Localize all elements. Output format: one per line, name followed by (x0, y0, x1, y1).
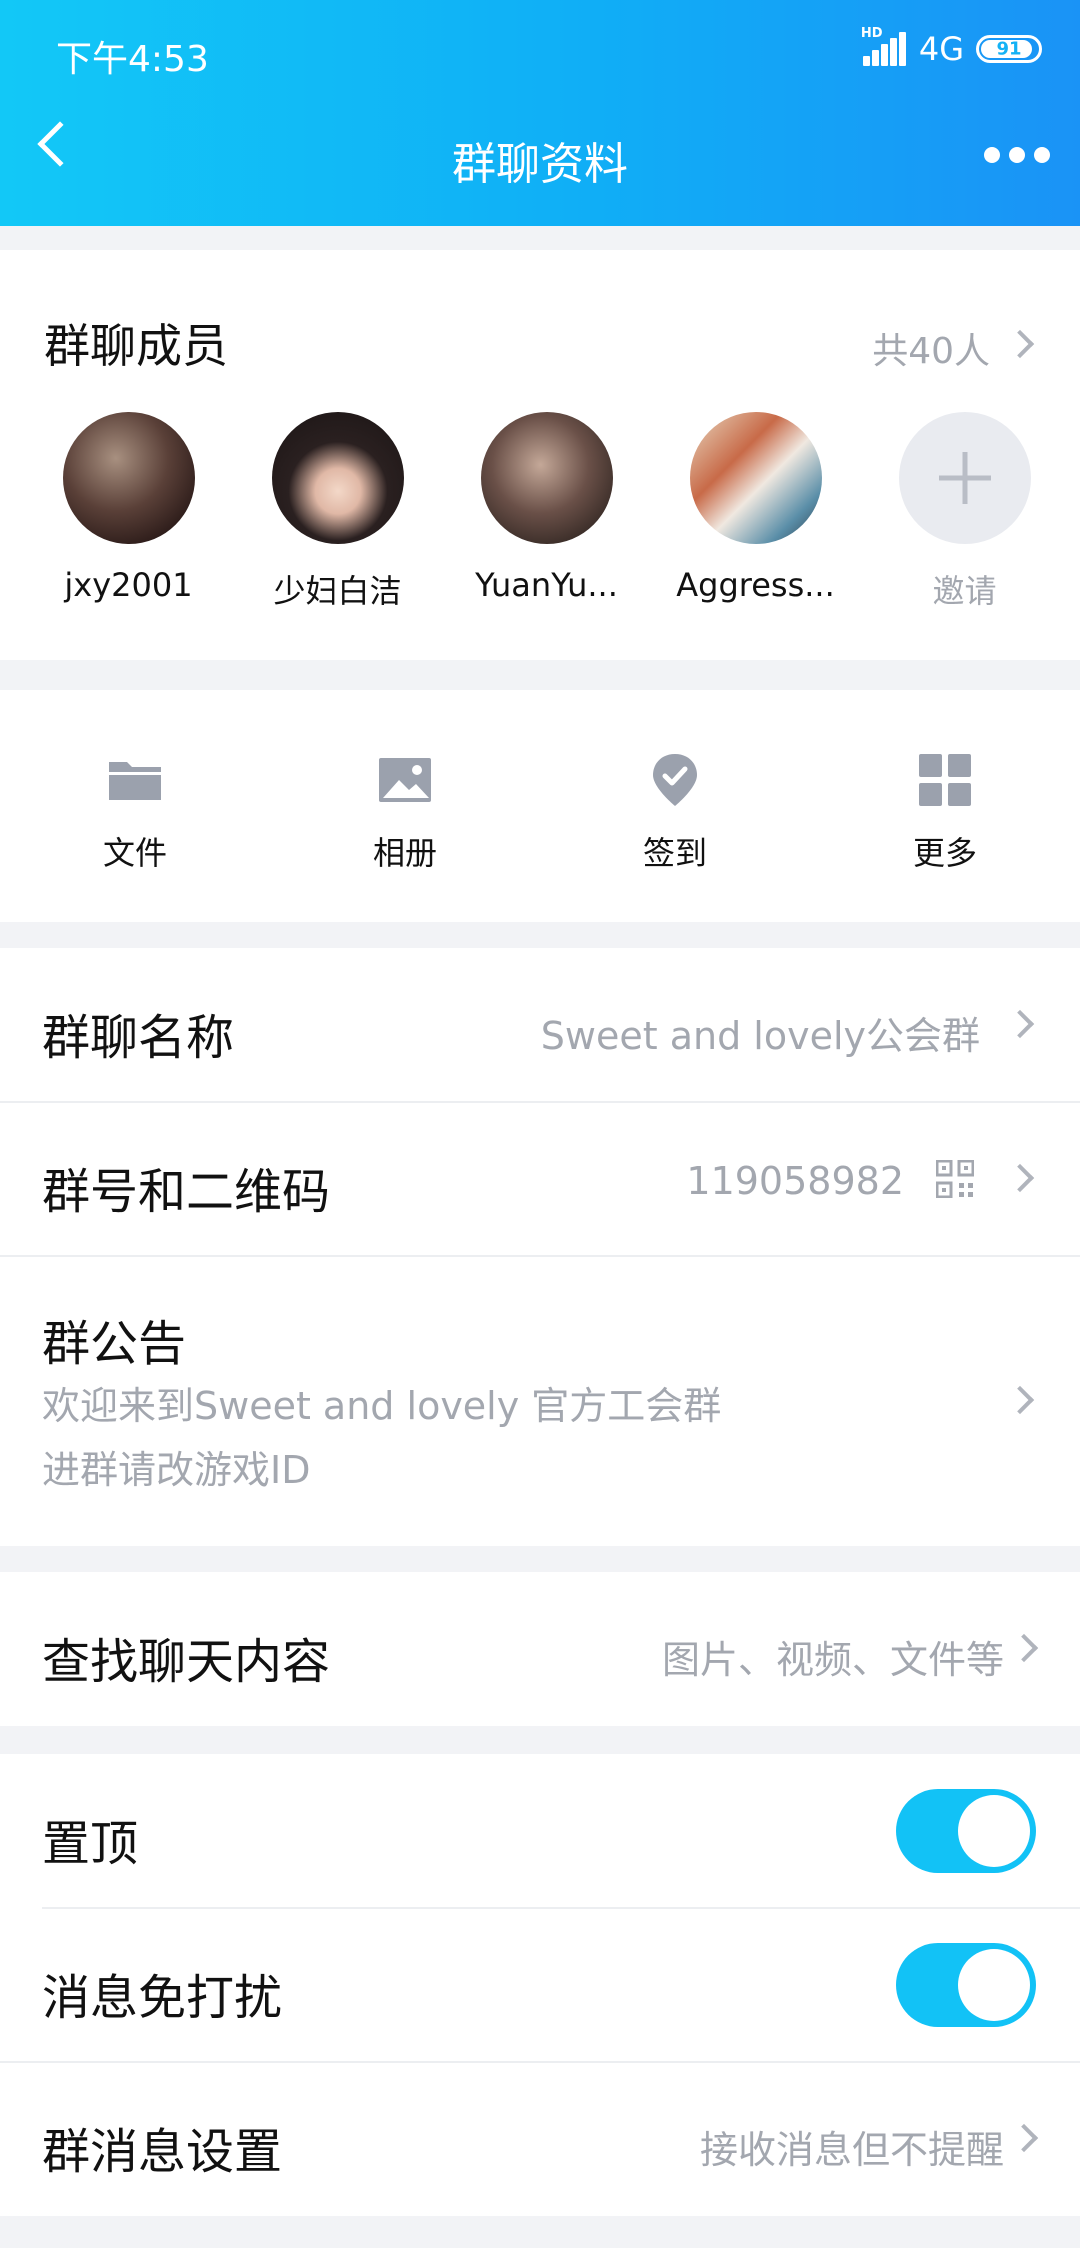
chevron-right-icon (1005, 1009, 1035, 1039)
more-options-icon[interactable] (984, 147, 1050, 163)
member-name: YuanYu... (475, 566, 618, 604)
signal-icon: HD (861, 26, 907, 66)
avatar[interactable] (689, 412, 822, 544)
member-item[interactable]: 少妇白洁 (233, 412, 442, 612)
invite-button[interactable]: 邀请 (860, 412, 1069, 612)
member-name: 少妇白洁 (273, 572, 402, 610)
chevron-right-icon (1009, 1633, 1039, 1663)
status-icons: HD 4G 91 (861, 26, 1042, 68)
hd-indicator: HD (860, 26, 883, 41)
settings-card: 置顶 消息免打扰 群消息设置 接收消息但不提醒 (0, 1754, 1080, 2216)
chevron-right-icon (1005, 1163, 1035, 1193)
member-list: jxy2001 少妇白洁 YuanYu... Aggress... 邀请 (24, 412, 1069, 612)
member-count[interactable]: 共40人 (872, 322, 990, 374)
search-chat-value: 图片、视频、文件等 (661, 1638, 1004, 1682)
search-chat-row[interactable]: 查找聊天内容 图片、视频、文件等 (0, 1572, 1080, 1726)
group-number-label: 群号和二维码 (42, 1164, 331, 1220)
tool-label: 签到 (642, 834, 707, 872)
announcement-line-1: 欢迎来到Sweet and lovely 官方工会群 (42, 1384, 722, 1428)
chevron-right-icon (1005, 1385, 1035, 1415)
pin-top-toggle[interactable] (896, 1789, 1036, 1873)
group-number-row[interactable]: 群号和二维码 119058982 (0, 1102, 1080, 1256)
page-title: 群聊资料 (452, 139, 628, 190)
tools-card: 文件 相册 签到 更多 (0, 690, 1080, 922)
location-pin-icon (653, 754, 697, 806)
chevron-right-icon[interactable] (1005, 329, 1035, 359)
members-title: 群聊成员 (44, 319, 228, 373)
avatar[interactable] (62, 412, 195, 544)
pin-top-row: 置顶 (0, 1754, 1080, 1908)
message-settings-value: 接收消息但不提醒 (699, 2128, 1004, 2172)
group-name-row[interactable]: 群聊名称 Sweet and lovely公会群 (0, 948, 1080, 1102)
member-item[interactable]: YuanYu... (442, 412, 651, 612)
header-bar: 下午4:53 HD 4G 91 群聊资料 (0, 0, 1080, 226)
members-card: 群聊成员 共40人 jxy2001 少妇白洁 YuanYu... Aggress… (0, 250, 1080, 660)
tool-label: 相册 (372, 834, 437, 872)
search-chat-card: 查找聊天内容 图片、视频、文件等 (0, 1572, 1080, 1726)
battery-icon: 91 (976, 35, 1042, 63)
announcement-line-2: 进群请改游戏ID (42, 1448, 311, 1492)
group-name-label: 群聊名称 (42, 1010, 235, 1066)
folder-icon (109, 762, 161, 800)
invite-label: 邀请 (932, 572, 997, 610)
tool-label: 文件 (102, 834, 167, 872)
chevron-right-icon (1009, 2123, 1039, 2153)
tool-label: 更多 (912, 834, 977, 872)
do-not-disturb-label: 消息免打扰 (42, 1970, 283, 2026)
member-name: jxy2001 (64, 566, 193, 604)
avatar[interactable] (271, 412, 404, 544)
do-not-disturb-row: 消息免打扰 (0, 1908, 1080, 2062)
qr-code-icon (936, 1160, 974, 1198)
tool-album[interactable]: 相册 (270, 690, 540, 922)
pin-top-label: 置顶 (42, 1816, 139, 1872)
battery-level: 91 (996, 38, 1022, 60)
tool-files[interactable]: 文件 (0, 690, 270, 922)
announcement-row[interactable]: 群公告 欢迎来到Sweet and lovely 官方工会群 进群请改游戏ID (0, 1256, 1080, 1546)
network-type: 4G (918, 30, 964, 68)
do-not-disturb-toggle[interactable] (896, 1943, 1036, 2027)
image-icon (379, 758, 431, 802)
message-settings-label: 群消息设置 (42, 2124, 283, 2180)
group-name-value: Sweet and lovely公会群 (540, 1014, 980, 1058)
add-icon[interactable] (898, 412, 1031, 544)
member-item[interactable]: jxy2001 (24, 412, 233, 612)
tool-more[interactable]: 更多 (810, 690, 1080, 922)
group-info-card: 群聊名称 Sweet and lovely公会群 群号和二维码 11905898… (0, 948, 1080, 1546)
member-name: Aggress... (676, 566, 835, 604)
announcement-label: 群公告 (42, 1316, 187, 1372)
group-number-value: 119058982 (686, 1159, 904, 1203)
message-settings-row[interactable]: 群消息设置 接收消息但不提醒 (0, 2062, 1080, 2216)
status-time: 下午4:53 (56, 39, 209, 80)
grid-icon (919, 754, 971, 806)
avatar[interactable] (480, 412, 613, 544)
member-item[interactable]: Aggress... (651, 412, 860, 612)
search-chat-label: 查找聊天内容 (42, 1634, 331, 1690)
tool-checkin[interactable]: 签到 (540, 690, 810, 922)
